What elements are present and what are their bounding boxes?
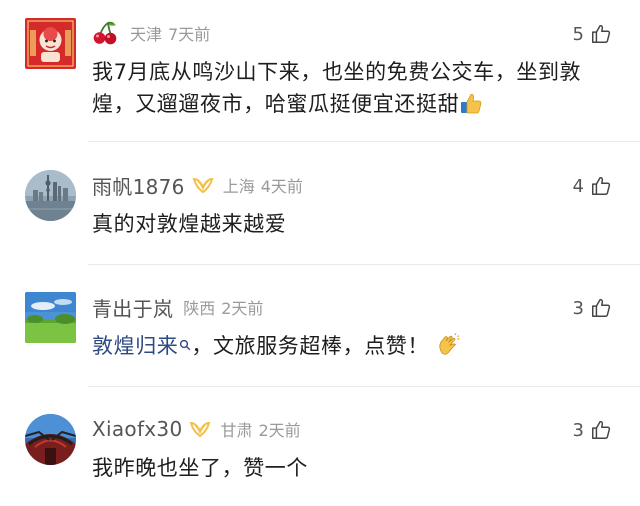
comment-text: 真的对敦煌越来越爱 (92, 208, 618, 240)
comment-header: 雨帆1876 上海 4天前 (92, 170, 303, 200)
divider (88, 264, 640, 265)
comment-body: 真的对敦煌越来越爱 (92, 212, 287, 236)
like-control[interactable]: 5 (573, 20, 612, 48)
search-icon (180, 339, 191, 351)
timestamp: 7天前 (168, 25, 211, 44)
avatar[interactable] (25, 18, 76, 69)
avatar[interactable] (25, 414, 76, 465)
vip-badge-icon (192, 177, 213, 194)
timestamp: 2天前 (258, 421, 301, 440)
comment-item: 天津 7天前 5 我7月底从鸣沙山下来，也坐的免费公交车，坐到敦煌，又遛遛夜市，… (0, 18, 640, 130)
comment-body: 我昨晚也坐了，赞一个 (92, 456, 308, 480)
comment-body: ，文旅服务超棒，点赞！ (191, 334, 430, 358)
comment-item: Xiaofx30 甘肃 2天前 3 我昨晚也坐了，赞一个 (0, 414, 640, 494)
avatar-green-field-image (25, 292, 76, 343)
location-label: 天津 (130, 25, 163, 44)
thumbs-up-emoji (461, 94, 482, 114)
comment-text: 我昨晚也坐了，赞一个 (92, 452, 618, 484)
like-control[interactable]: 4 (573, 172, 612, 200)
comment-header: Xiaofx30 甘肃 2天前 (92, 414, 301, 444)
thumbs-up-icon[interactable] (590, 297, 612, 319)
vip-badge-icon (190, 421, 211, 438)
avatar-red-mascot-image (25, 18, 76, 69)
like-count: 3 (572, 419, 584, 441)
avatar[interactable] (25, 292, 76, 343)
thumbs-up-icon[interactable] (590, 419, 612, 441)
location-label: 陕西 (183, 299, 216, 318)
comment-header: 天津 7天前 (92, 18, 210, 48)
thumbs-up-icon[interactable] (590, 175, 612, 197)
like-control[interactable]: 3 (573, 416, 612, 444)
cherry-emoji (93, 21, 117, 45)
divider (88, 141, 640, 142)
like-count: 4 (572, 175, 584, 197)
user-name[interactable]: 青出于岚 (92, 293, 173, 322)
comment-item: 雨帆1876 上海 4天前 4 真的对敦煌越来越爱 (0, 170, 640, 250)
timestamp: 2天前 (221, 299, 264, 318)
thumbs-up-icon[interactable] (590, 23, 612, 45)
topic-link[interactable]: 敦煌归来 (92, 334, 178, 358)
user-name[interactable]: 雨帆1876 (92, 171, 185, 200)
like-count: 3 (572, 297, 584, 319)
comment-header: 青出于岚 陕西 2天前 (92, 292, 263, 322)
avatar-temple-roof-image (25, 414, 76, 465)
location-label: 甘肃 (220, 421, 253, 440)
like-control[interactable]: 3 (573, 294, 612, 322)
avatar-city-skyline-image (25, 170, 76, 221)
avatar[interactable] (25, 170, 76, 221)
comment-text: 我7月底从鸣沙山下来，也坐的免费公交车，坐到敦煌，又遛遛夜市，哈蜜瓜挺便宜还挺甜 (92, 56, 618, 120)
comment-body: 我7月底从鸣沙山下来，也坐的免费公交车，坐到敦煌，又遛遛夜市，哈蜜瓜挺便宜还挺甜 (92, 60, 582, 116)
clapping-hands-emoji (439, 333, 460, 355)
like-count: 5 (572, 23, 584, 45)
timestamp: 4天前 (260, 177, 303, 196)
comment-text: 敦煌归来 ，文旅服务超棒，点赞！ (92, 330, 618, 362)
divider (88, 386, 640, 387)
comment-item: 青出于岚 陕西 2天前 3 敦煌归来 ，文旅服务超棒，点赞！ (0, 292, 640, 372)
location-label: 上海 (222, 177, 255, 196)
user-name[interactable]: Xiaofx30 (92, 417, 182, 441)
